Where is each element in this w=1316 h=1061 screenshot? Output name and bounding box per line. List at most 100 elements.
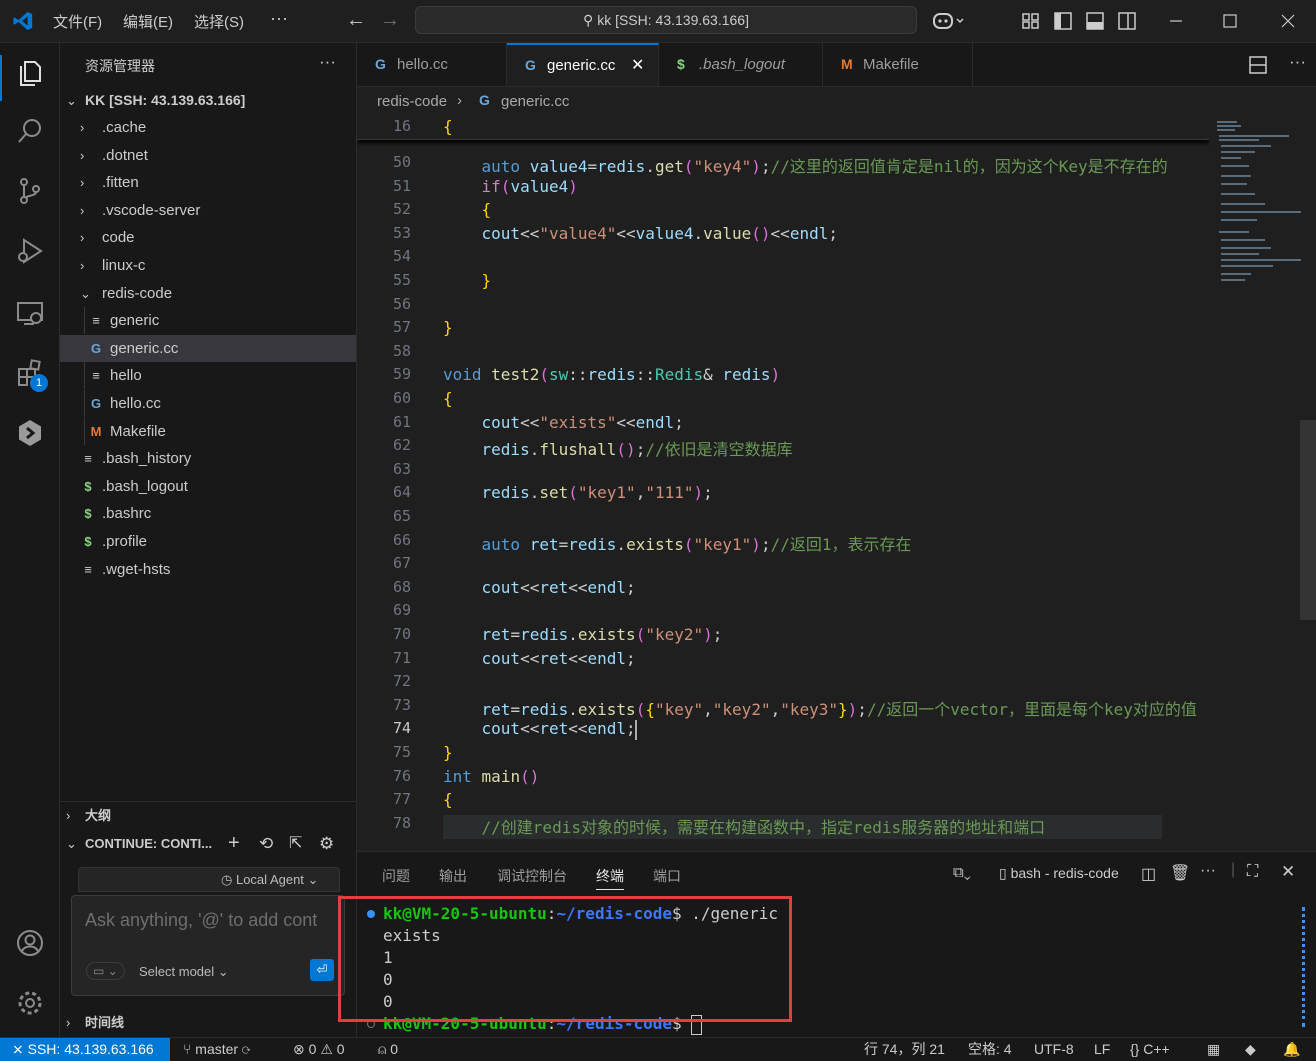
indentation[interactable]: 空格: 4 [968,1038,1012,1061]
remote-icon: ⨯ [12,1041,24,1057]
minimap[interactable] [1209,115,1316,851]
local-agent-dropdown[interactable]: ◷ Local Agent ⌄ [221,872,318,888]
new-terminal-dropdown-icon[interactable]: ⧉⌄ [953,864,971,881]
workspace-root[interactable]: ⌄ KK [SSH: 43.139.63.166] [60,87,356,114]
activity-bar: 1 [0,43,60,1037]
chat-input-box[interactable]: Ask anything, '@' to add cont ▭ ⌄ Select… [71,895,345,996]
notifications-bell-icon[interactable]: 🔔 [1283,1038,1300,1061]
history-icon[interactable]: ⟲ [259,830,273,857]
outline-section[interactable]: › 大纲 [60,802,356,829]
folder-item[interactable]: › .cache [60,114,356,141]
maximize-icon[interactable] [1219,10,1241,32]
language-mode[interactable]: {} C++ [1130,1038,1170,1061]
chevron-right-icon: › [80,230,85,246]
file-item[interactable]: $ .bashrc [60,500,356,527]
minimize-icon[interactable] [1165,10,1187,32]
breadcrumb-file[interactable]: generic.cc [501,93,569,110]
continue-extension-icon[interactable] [14,417,46,449]
split-editor-icon[interactable] [1248,55,1268,75]
remote-indicator[interactable]: ⨯ SSH: 43.139.63.166 [0,1038,170,1061]
ports-indicator[interactable]: ⍝ 0 [378,1038,398,1061]
terminal-scrollbar[interactable] [1302,907,1308,1027]
settings-gear-icon[interactable] [14,987,46,1019]
panel-tab[interactable]: 输出 [439,866,467,886]
file-item[interactable]: ≡ generic [60,307,356,335]
remote-explorer-icon[interactable] [14,297,46,329]
folder-item[interactable]: › .fitten [60,169,356,196]
menu-selection[interactable]: 选择(S) [194,11,244,32]
folder-item[interactable]: › code [60,224,356,251]
accounts-icon[interactable] [14,927,46,959]
menu-more-button[interactable]: ··· [270,8,288,29]
select-model-dropdown[interactable]: Select model ⌄ [139,964,229,980]
source-control-icon[interactable] [14,175,46,207]
explorer-more-button[interactable]: ··· [319,52,336,72]
editor-tab[interactable]: Ghello.cc [357,43,507,86]
folder-item[interactable]: ⌄ redis-code [60,280,356,307]
run-debug-icon[interactable] [14,235,46,267]
editor-tab[interactable]: $ .bash_logout [659,43,823,86]
back-arrow-icon[interactable]: ← [346,9,366,32]
editor-more-button[interactable]: ··· [1289,52,1306,72]
folder-item[interactable]: › .dotnet [60,142,356,169]
close-window-icon[interactable] [1277,10,1299,32]
command-center-search[interactable]: ⚲ kk [SSH: 43.139.63.166] [415,6,917,34]
toggle-panel-icon[interactable] [1084,10,1106,32]
file-item[interactable]: Ghello.cc [60,390,356,417]
copilot-icon[interactable] [932,11,966,31]
file-item[interactable]: ≡ hello [60,362,356,390]
chat-input[interactable]: Ask anything, '@' to add cont [85,910,333,931]
file-item[interactable]: ≡ .bash_history [60,445,356,472]
tree-item-label: Makefile [110,422,166,440]
trash-icon[interactable]: 🗑 [1170,863,1190,883]
gear-icon[interactable]: ⚙ [319,830,334,857]
copilot-status-icon[interactable]: ▦ [1207,1038,1220,1061]
open-external-icon[interactable]: ⇱ [289,830,302,857]
plus-icon[interactable]: + [228,830,240,857]
end-of-line[interactable]: LF [1094,1038,1110,1061]
explorer-icon[interactable] [14,57,46,89]
terminal-instance[interactable]: ▯ bash - redis-code [999,865,1119,882]
code-editor[interactable]: 16 { 50 auto value4=redis.get("key4");//… [357,115,1209,851]
panel-more-button[interactable]: ··· [1200,862,1216,880]
chevron-right-icon: › [66,1015,71,1030]
file-item[interactable]: $ .profile [60,528,356,555]
customize-layout-icon[interactable] [1020,10,1042,32]
file-item[interactable]: Ggeneric.cc [60,334,356,362]
git-branch[interactable]: ⑂ master ⟳ [183,1038,250,1061]
panel-tab[interactable]: 端口 [653,866,681,886]
panel-tab[interactable]: 调试控制台 [497,866,567,886]
toggle-secondary-sidebar-icon[interactable] [1116,10,1138,32]
timeline-section[interactable]: › 时间线 [60,1009,356,1036]
breadcrumb-folder[interactable]: redis-code [377,93,447,110]
split-terminal-icon[interactable]: ◫ [1141,864,1156,884]
file-item[interactable]: ≡ .wget-hsts [60,556,356,583]
maximize-panel-icon[interactable]: ⛶ [1247,863,1258,881]
forward-arrow-icon[interactable]: → [380,9,400,32]
file-item[interactable]: $ .bash_logout [60,473,356,500]
continue-section-header[interactable]: ⌄ CONTINUE: CONTI... + ⟲ ⇱ ⚙ [60,830,356,857]
send-icon[interactable]: ⏎ [310,959,334,981]
scrollbar-thumb[interactable] [1300,420,1316,620]
folder-item[interactable]: › linux-c [60,252,356,279]
editor-tab[interactable]: Ggeneric.cc ✕ [507,43,659,86]
file-item[interactable]: M Makefile [60,417,356,445]
continue-status-icon[interactable]: ◆ [1245,1038,1256,1061]
text-cursor [635,720,637,741]
folder-item[interactable]: › .vscode-server [60,197,356,224]
encoding[interactable]: UTF-8 [1034,1038,1074,1061]
chevron-right-icon: › [457,92,462,109]
panel-tab[interactable]: 终端 [596,866,624,890]
search-sidebar-icon[interactable] [14,115,46,147]
menu-file[interactable]: 文件(F) [53,11,102,32]
panel-tab[interactable]: 问题 [382,866,410,886]
editor-tab[interactable]: M Makefile [823,43,973,86]
problems-indicator[interactable]: ⊗ 0 ⚠ 0 [293,1038,345,1061]
menu-edit[interactable]: 编辑(E) [123,11,173,32]
toggle-primary-sidebar-icon[interactable] [1052,10,1074,32]
cursor-position[interactable]: 行 74，列 21 [864,1038,945,1061]
close-tab-icon[interactable]: ✕ [631,45,644,86]
close-panel-icon[interactable]: ✕ [1281,862,1295,882]
image-attach-icon[interactable]: ▭ ⌄ [86,962,125,980]
text-file-icon: ≡ [84,451,92,467]
